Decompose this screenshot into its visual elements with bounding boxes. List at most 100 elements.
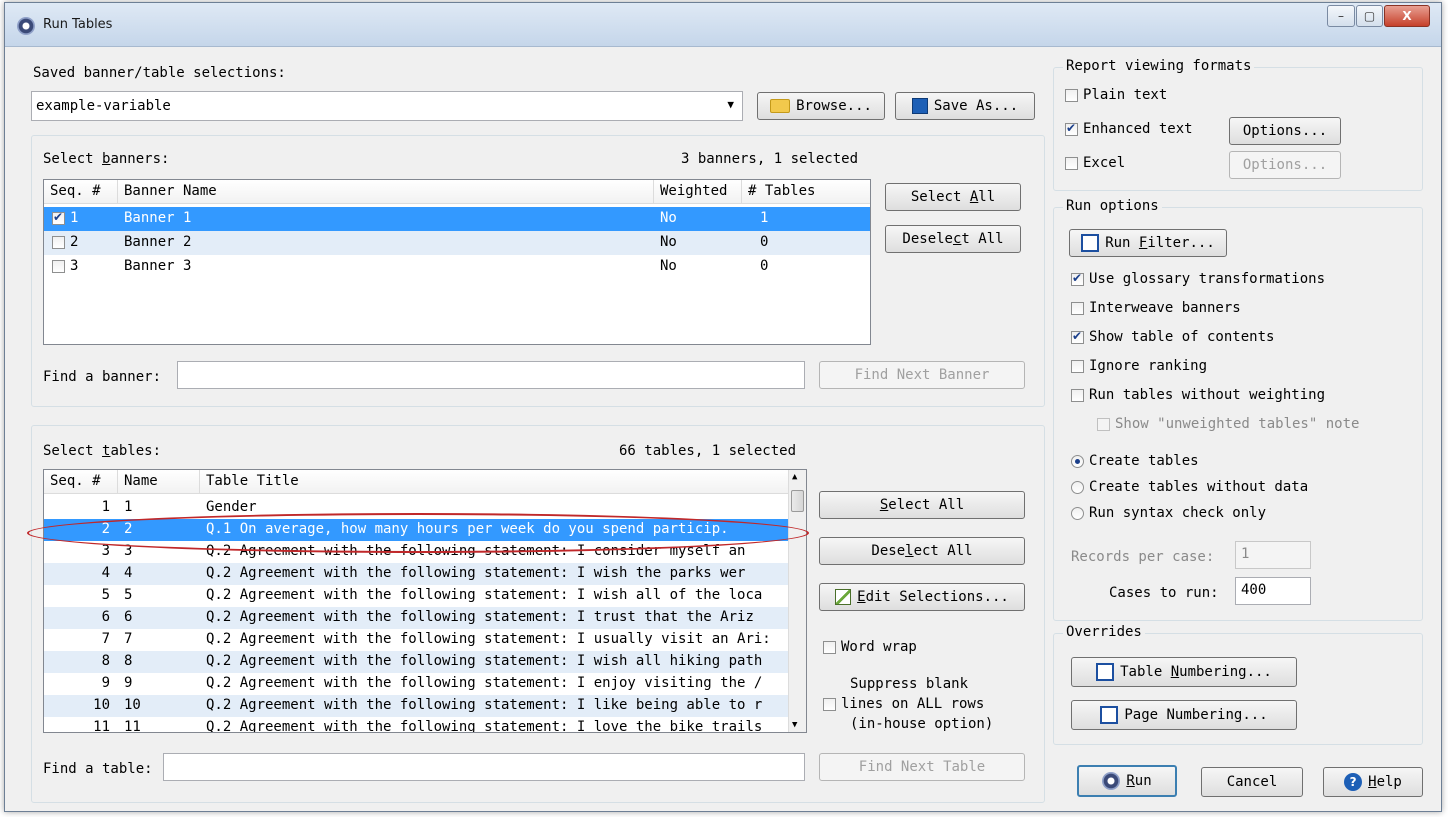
suppress-blank-option[interactable]: lines on ALL rows [823,696,984,712]
create-without-data-option[interactable]: Create tables without data [1071,479,1308,495]
excel-option[interactable]: Excel [1065,155,1125,171]
syntax-check-option[interactable]: Run syntax check only [1071,505,1266,521]
table-row[interactable]: 11 11 Q.2 Agreement with the following sta… [44,717,788,732]
show-toc-label: Show table of contents [1089,329,1275,345]
help-button[interactable]: ? Help [1323,767,1423,797]
table-row[interactable]: 2 2 Q.1 On average, how many hours per wee… [44,519,788,541]
tables-scrollbar[interactable]: ▲ ▼ [788,470,806,732]
table-row[interactable]: 9 9 Q.2 Agreement with the following state… [44,673,788,695]
banner-checkbox[interactable] [52,235,65,249]
interweave-option[interactable]: Interweave banners [1071,300,1241,316]
find-table-label: Find a table: [43,761,153,777]
table-title: Q.2 Agreement with the following stateme… [206,697,763,713]
cancel-button[interactable]: Cancel [1201,767,1303,797]
banner-row[interactable]: 1 Banner 1 No 1 [44,207,870,231]
excel-label: Excel [1083,155,1126,171]
syntax-check-radio[interactable] [1071,506,1084,520]
tables-deselect-all-button[interactable]: Deselect All [819,537,1025,565]
tables-select-all-button[interactable]: Select All [819,491,1025,519]
table-row[interactable]: 3 3 Q.2 Agreement with the following state… [44,541,788,563]
table-row[interactable]: 10 10 Q.2 Agreement with the following sta… [44,695,788,717]
window-title: Run Tables [43,17,113,32]
no-weighting-checkbox[interactable] [1071,388,1084,402]
unweighted-note-checkbox[interactable] [1097,417,1110,431]
interweave-checkbox[interactable] [1071,301,1084,315]
tables-list[interactable]: Seq. # Name Table Title 1 1 Gender 2 2 Q.1 On… [43,469,807,733]
table-numbering-button[interactable]: Table Numbering... [1071,657,1297,687]
table-row[interactable]: 5 5 Q.2 Agreement with the following state… [44,585,788,607]
save-as-button[interactable]: Save As... [895,92,1035,120]
overrides-label: Overrides [1063,624,1145,640]
records-per-case-input[interactable]: 1 [1235,541,1311,569]
find-next-table-button[interactable]: Find Next Table [819,753,1025,781]
run-filter-button[interactable]: Run Filter... [1069,229,1227,257]
no-weighting-option[interactable]: Run tables without weighting [1071,387,1325,403]
banners-col-weighted[interactable]: Weighted [654,180,742,204]
table-row[interactable]: 6 6 Q.2 Agreement with the following state… [44,607,788,629]
maximize-button[interactable]: ▢ [1356,5,1383,27]
banners-col-seq[interactable]: Seq. # [44,180,118,204]
minimize-button[interactable]: – [1327,5,1355,27]
table-row[interactable]: 1 1 Gender [44,497,788,519]
show-toc-option[interactable]: Show table of contents [1071,329,1274,345]
enhanced-options-button[interactable]: Options... [1229,117,1341,145]
scroll-up-arrow-icon[interactable]: ▲ [792,472,797,482]
banner-row[interactable]: 2 Banner 2 No 0 [44,231,870,255]
unweighted-note-option[interactable]: Show "unweighted tables" note [1097,416,1359,432]
excel-checkbox[interactable] [1065,156,1078,170]
find-banner-input[interactable] [177,361,805,389]
table-seq: 4 [101,565,110,581]
close-button[interactable]: X [1384,5,1430,27]
show-toc-checkbox[interactable] [1071,329,1084,344]
create-tables-option[interactable]: Create tables [1071,453,1199,469]
tables-col-title[interactable]: Table Title [200,470,790,494]
banners-col-tables[interactable]: # Tables [742,180,870,204]
run-gear-icon [1102,772,1121,790]
ignore-ranking-label: Ignore ranking [1089,358,1208,374]
word-wrap-option[interactable]: Word wrap [823,639,917,655]
banners-list[interactable]: Seq. # Banner Name Weighted # Tables 1 B… [43,179,871,345]
enhanced-text-option[interactable]: Enhanced text [1065,121,1193,137]
browse-button[interactable]: Browse... [757,92,885,120]
word-wrap-checkbox[interactable] [823,640,836,654]
table-seq: 3 [101,543,110,559]
word-wrap-label: Word wrap [841,639,917,655]
suppress-blank-title: Suppress blank [850,676,969,692]
run-button[interactable]: Run [1077,765,1177,797]
plain-text-checkbox[interactable] [1065,88,1078,102]
find-next-banner-button[interactable]: Find Next Banner [819,361,1025,389]
create-without-data-radio[interactable] [1071,480,1084,494]
banner-checkbox[interactable] [52,210,65,225]
ignore-ranking-option[interactable]: Ignore ranking [1071,358,1207,374]
excel-options-button[interactable]: Options... [1229,151,1341,179]
scroll-down-arrow-icon[interactable]: ▼ [792,720,797,730]
table-name: 8 [124,653,133,669]
tables-col-name[interactable]: Name [118,470,200,494]
create-tables-radio[interactable] [1071,454,1084,468]
saved-selections-dropdown[interactable]: example-variable ▼ [31,91,743,121]
banners-col-name[interactable]: Banner Name [118,180,654,204]
select-tables-label: Select tables: [43,443,162,459]
floppy-disk-icon [911,98,928,114]
find-table-input[interactable] [163,753,805,781]
edit-selections-button[interactable]: Edit Selections... [819,583,1025,611]
banners-deselect-all-button[interactable]: Deselect All [885,225,1021,253]
banners-select-all-button[interactable]: Select All [885,183,1021,211]
banner-tables: 0 [760,234,769,250]
use-glossary-checkbox[interactable] [1071,271,1084,286]
enhanced-text-checkbox[interactable] [1065,121,1078,136]
tables-col-seq[interactable]: Seq. # [44,470,118,494]
page-numbering-button[interactable]: Page Numbering... [1071,700,1297,730]
use-glossary-option[interactable]: Use glossary transformations [1071,271,1325,287]
table-seq: 7 [101,631,110,647]
scrollbar-thumb[interactable] [791,490,804,512]
banner-checkbox[interactable] [52,259,65,273]
table-row[interactable]: 4 4 Q.2 Agreement with the following state… [44,563,788,585]
plain-text-option[interactable]: Plain text [1065,87,1167,103]
table-row[interactable]: 8 8 Q.2 Agreement with the following state… [44,651,788,673]
suppress-blank-checkbox[interactable] [823,697,836,711]
cases-to-run-input[interactable]: 400 [1235,577,1311,605]
ignore-ranking-checkbox[interactable] [1071,359,1084,373]
table-row[interactable]: 7 7 Q.2 Agreement with the following state… [44,629,788,651]
banner-row[interactable]: 3 Banner 3 No 0 [44,255,870,279]
